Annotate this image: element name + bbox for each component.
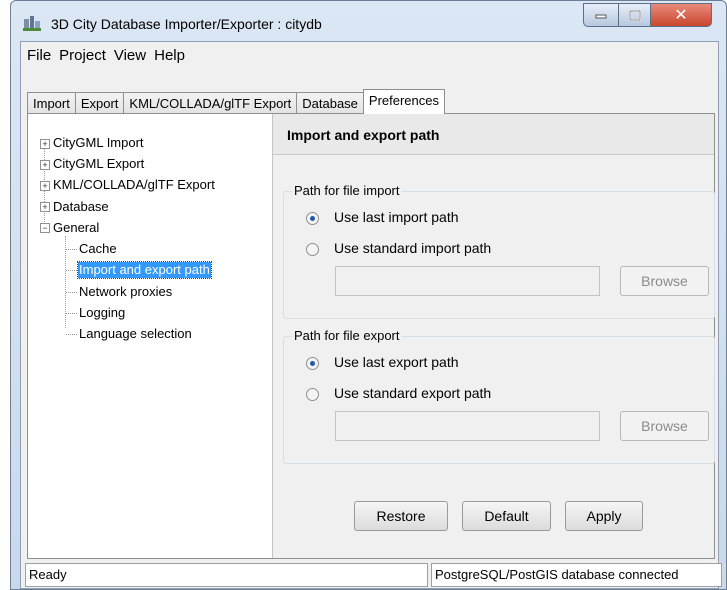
tree-item-database[interactable]: Database [53,199,109,215]
tree-item-kml-export[interactable]: KML/COLLADA/glTF Export [53,177,215,193]
settings-title: Import and export path [287,127,440,143]
menu-project[interactable]: Project [55,47,110,64]
menu-bar: File Project View Help [21,42,718,68]
tree-line [66,249,77,250]
maximize-icon [628,9,641,21]
restore-button[interactable]: Restore [354,501,448,531]
import-path-field[interactable] [335,266,600,296]
tab-export[interactable]: Export [74,92,125,113]
use-standard-export-path-radio[interactable] [306,388,319,401]
tree-item-cache[interactable]: Cache [79,241,117,257]
import-browse-button[interactable]: Browse [620,266,709,296]
minimize-button[interactable] [583,3,619,27]
use-standard-import-path-radio[interactable] [306,243,319,256]
menu-file[interactable]: File [21,47,55,64]
app-icon [23,16,41,31]
title-bar[interactable]: 3D City Database Importer/Exporter : cit… [11,1,726,41]
client-area: File Project View Help Import Export KML… [20,41,722,589]
tree-line [66,270,77,271]
collapse-icon[interactable]: − [40,223,50,233]
preferences-panel: + CityGML Import + CityGML Export + KML/… [27,113,715,559]
tree-line [66,313,77,314]
maximize-button[interactable] [618,3,651,27]
tree-item-citygml-export[interactable]: CityGML Export [53,156,144,172]
export-path-group: Path for file export Use last export pat… [283,328,715,464]
import-path-group: Path for file import Use last import pat… [283,183,715,319]
tree-item-network-proxies[interactable]: Network proxies [79,284,172,300]
tree-item-citygml-import[interactable]: CityGML Import [53,135,144,151]
export-group-title: Path for file export [292,328,402,343]
tree-item-logging[interactable]: Logging [79,305,125,321]
menu-help[interactable]: Help [150,47,189,64]
use-last-import-path-label[interactable]: Use last import path [334,209,459,225]
export-path-field[interactable] [335,411,600,441]
export-browse-button[interactable]: Browse [620,411,709,441]
close-icon: ✕ [674,7,688,24]
expand-icon[interactable]: + [40,160,50,170]
tab-bar: Import Export KML/COLLADA/glTF Export Da… [27,89,445,114]
use-standard-export-path-label[interactable]: Use standard export path [334,385,491,401]
tab-kml-export[interactable]: KML/COLLADA/glTF Export [123,92,298,113]
tree-line [66,334,77,335]
expand-icon[interactable]: + [40,202,50,212]
tab-import[interactable]: Import [27,92,76,113]
use-last-export-path-label[interactable]: Use last export path [334,354,459,370]
preferences-tree: + CityGML Import + CityGML Export + KML/… [28,114,272,558]
use-last-export-path-radio[interactable] [306,357,319,370]
status-bar: Ready PostgreSQL/PostGIS database connec… [21,563,722,589]
settings-panel: Import and export path Path for file imp… [273,114,715,558]
app-window: 3D City Database Importer/Exporter : cit… [10,0,727,590]
menu-view[interactable]: View [110,47,150,64]
import-group-title: Path for file import [292,183,402,198]
tree-item-general[interactable]: General [53,220,99,236]
tree-item-language-selection[interactable]: Language selection [79,326,192,342]
use-standard-import-path-label[interactable]: Use standard import path [334,240,491,256]
database-status: PostgreSQL/PostGIS database connected [431,563,722,587]
window-title: 3D City Database Importer/Exporter : cit… [51,16,322,32]
settings-header: Import and export path [273,114,714,155]
tab-preferences[interactable]: Preferences [362,89,445,114]
minimize-icon [595,14,607,19]
tab-database[interactable]: Database [296,92,364,113]
expand-icon[interactable]: + [40,181,50,191]
use-last-import-path-radio[interactable] [306,212,319,225]
status-text: Ready [25,563,428,587]
apply-button[interactable]: Apply [565,501,643,531]
expand-icon[interactable]: + [40,139,50,149]
tree-item-import-export-path[interactable]: Import and export path [77,261,212,279]
default-button[interactable]: Default [462,501,551,531]
tree-line [66,292,77,293]
close-button[interactable]: ✕ [650,3,712,27]
